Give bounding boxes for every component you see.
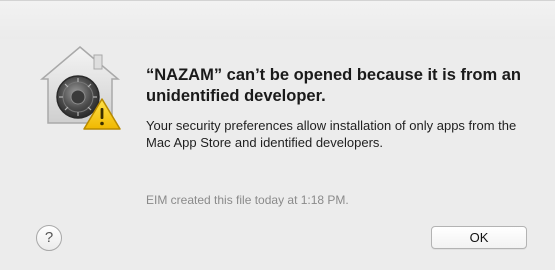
- dialog-titlebar: [0, 1, 555, 40]
- ok-button[interactable]: OK: [431, 226, 527, 249]
- help-button[interactable]: ?: [36, 225, 62, 251]
- alert-dialog: “NAZAM” can’t be opened because it is fr…: [0, 0, 555, 270]
- gatekeeper-house-lock-icon: [32, 39, 128, 135]
- file-info-text: EIM created this file today at 1:18 PM.: [146, 193, 349, 207]
- dialog-message: Your security preferences allow installa…: [146, 118, 517, 150]
- dialog-title: “NAZAM” can’t be opened because it is fr…: [146, 66, 521, 105]
